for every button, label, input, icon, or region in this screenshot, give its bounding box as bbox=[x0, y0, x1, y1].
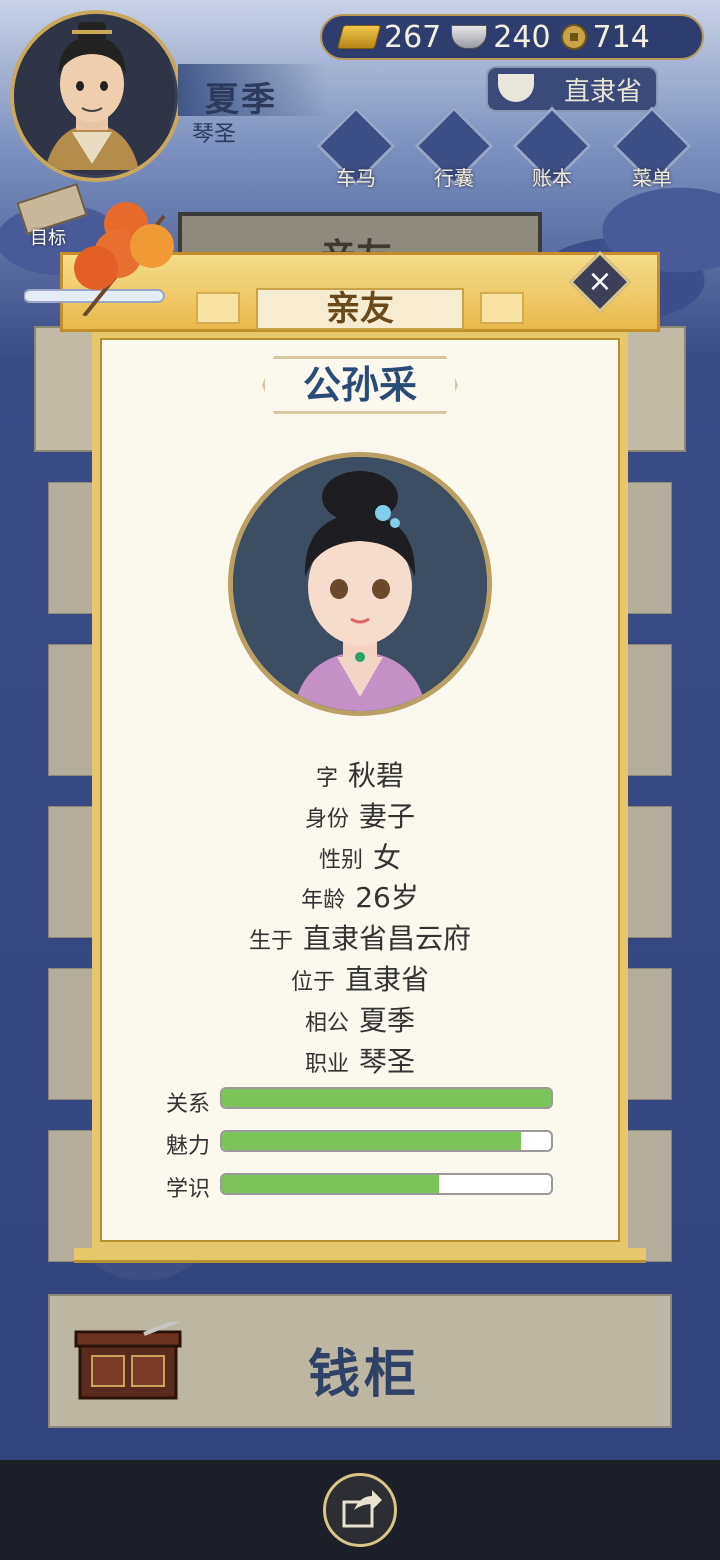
header-ornament bbox=[480, 292, 524, 324]
relationship-bar-fill bbox=[222, 1089, 551, 1107]
charm-bar bbox=[220, 1130, 553, 1152]
info-value: 妻子 bbox=[359, 800, 416, 833]
ledger-label: 账本 bbox=[532, 166, 572, 190]
info-key: 生于 bbox=[248, 929, 293, 954]
info-row-courtesy-name: 字秋碧 bbox=[100, 754, 620, 794]
info-row-husband: 相公 夏季 bbox=[100, 999, 620, 1039]
info-row-identity: 身份 妻子 bbox=[100, 795, 620, 835]
character-portrait bbox=[228, 452, 492, 716]
info-value: 女 bbox=[373, 841, 402, 874]
info-key: 职业 bbox=[304, 1052, 349, 1077]
player-avatar[interactable] bbox=[10, 10, 182, 182]
money-chest-label: 钱柜 bbox=[308, 1345, 421, 1405]
info-value: 直隶省昌云府 bbox=[303, 922, 472, 955]
info-key: 年龄 bbox=[301, 888, 346, 913]
menu-button[interactable]: 菜单 bbox=[612, 106, 692, 190]
info-key: 身份 bbox=[304, 807, 349, 832]
share-button[interactable] bbox=[323, 1473, 397, 1547]
info-key: 位于 bbox=[290, 970, 335, 995]
share-icon bbox=[342, 1490, 382, 1528]
info-value: 直隶省 bbox=[345, 963, 430, 996]
candied-haws-icon bbox=[24, 202, 174, 316]
character-name: 公孙采 bbox=[302, 363, 417, 407]
player-portrait-icon bbox=[14, 14, 170, 174]
location-label: 直隶省 bbox=[563, 76, 642, 107]
coin-amount: 714 bbox=[592, 19, 650, 55]
info-row-birthplace: 生于 直隶省昌云府 bbox=[100, 917, 620, 957]
info-key: 字 bbox=[315, 766, 338, 791]
info-row-occupation: 职业 琴圣 bbox=[100, 1040, 620, 1080]
info-row-gender: 性别女 bbox=[100, 836, 620, 876]
chest-icon bbox=[74, 1322, 182, 1400]
info-value: 琴圣 bbox=[359, 1045, 416, 1078]
info-value: 26岁 bbox=[355, 881, 419, 914]
carriage-button[interactable]: 车马 bbox=[316, 106, 396, 190]
menu-label: 菜单 bbox=[632, 166, 672, 190]
knowledge-bar bbox=[220, 1173, 553, 1195]
info-key: 性别 bbox=[318, 848, 363, 873]
close-icon[interactable]: × bbox=[578, 260, 622, 304]
currency-bar: 267 240 714 bbox=[320, 14, 704, 60]
bag-label: 行囊 bbox=[434, 166, 474, 190]
stat-label-relationship: 关系 bbox=[166, 1092, 211, 1117]
stat-label-knowledge: 学识 bbox=[166, 1177, 211, 1202]
copper-coin-icon bbox=[560, 24, 587, 50]
info-key: 相公 bbox=[304, 1011, 349, 1036]
info-value: 秋碧 bbox=[348, 759, 405, 792]
player-title: 琴圣 bbox=[192, 122, 237, 147]
panel-bottom-roller bbox=[74, 1248, 646, 1263]
relationship-bar bbox=[220, 1087, 553, 1109]
carriage-label: 车马 bbox=[336, 166, 376, 190]
woman-portrait-icon bbox=[233, 457, 487, 711]
location-button[interactable]: 直隶省 bbox=[486, 66, 658, 112]
gold-amount: 267 bbox=[384, 19, 442, 55]
ledger-button[interactable]: 账本 bbox=[512, 106, 592, 190]
silver-ingot-icon bbox=[451, 25, 488, 49]
info-row-age: 年龄 26岁 bbox=[100, 876, 620, 916]
silver-amount: 240 bbox=[493, 19, 551, 55]
bag-button[interactable]: 行囊 bbox=[414, 106, 494, 190]
gold-ingot-icon bbox=[336, 25, 382, 49]
info-value: 夏季 bbox=[359, 1004, 416, 1037]
info-row-location: 位于 直隶省 bbox=[100, 958, 620, 998]
knowledge-bar-fill bbox=[222, 1175, 440, 1193]
charm-bar-fill bbox=[222, 1132, 522, 1150]
player-name: 夏季 bbox=[205, 80, 277, 120]
location-icon bbox=[498, 74, 534, 102]
stat-label-charm: 魅力 bbox=[166, 1134, 211, 1159]
panel-title: 亲友 bbox=[326, 289, 394, 329]
